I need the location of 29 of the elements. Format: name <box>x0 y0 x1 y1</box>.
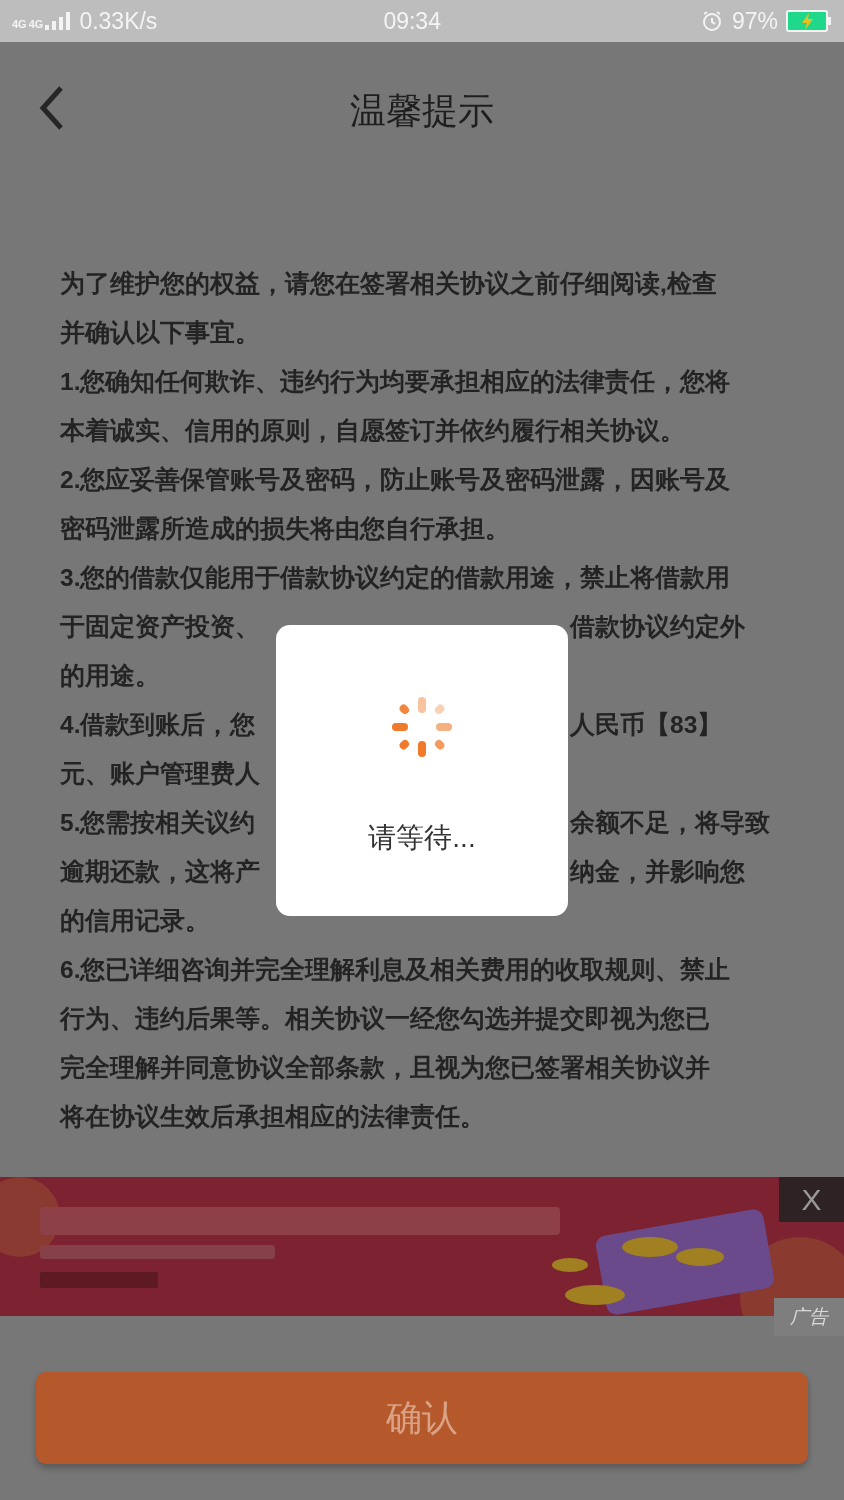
notice-text: 借款协议约定外 <box>570 612 745 643</box>
notice-text: 的信用记录。 <box>60 906 210 937</box>
notice-text: 于固定资产投资、 <box>60 612 260 643</box>
battery-icon <box>786 10 832 32</box>
notice-text: 4.借款到账后，您 <box>60 710 256 741</box>
loading-message: 请等待... <box>368 824 476 852</box>
ad-label: 广告 <box>774 1298 844 1336</box>
notice-text: 5.您需按相关议约 <box>60 808 256 839</box>
page-title: 温馨提示 <box>350 93 494 129</box>
notice-text: 行为、违约后果等。相关协议一经您勾选并提交即视为您已 <box>60 1004 710 1035</box>
notice-text: 本着诚实、信用的原则，自愿签订并依约履行相关协议。 <box>60 416 685 447</box>
loading-spinner-icon <box>391 696 453 758</box>
notice-text: 的用途。 <box>60 661 160 692</box>
signal-icon <box>45 12 72 30</box>
notice-text: 1.您确知任何欺诈、违约行为均要承担相应的法律责任，您将 <box>60 367 731 398</box>
notice-text: 6.您已详细咨询并完全理解利息及相关费用的收取规则、禁止 <box>60 955 731 986</box>
notice-text: 纳金，并影响您 <box>570 857 745 888</box>
notice-text: 并确认以下事宜。 <box>60 318 260 349</box>
notice-text: 3.您的借款仅能用于借款协议约定的借款用途，禁止将借款用 <box>60 563 731 594</box>
notice-text: 元、账户管理费人 <box>60 759 260 790</box>
notice-text: 密码泄露所造成的损失将由您自行承担。 <box>60 514 510 545</box>
notice-text: 逾期还款，这将产 <box>60 857 260 888</box>
close-ad-button[interactable]: X <box>779 1177 844 1222</box>
notice-text: 为了维护您的权益，请您在签署相关协议之前仔细阅读,检查 <box>60 269 717 300</box>
notice-text: 2.您应妥善保管账号及密码，防止账号及密码泄露，因账号及 <box>60 465 731 496</box>
notice-text: 人民币【83】 <box>570 710 723 741</box>
notice-text: 完全理解并同意协议全部条款，且视为您已签署相关协议并 <box>60 1053 710 1084</box>
notice-text: 余额不足，将导致 <box>570 808 770 839</box>
notice-text: 将在协议生效后承担相应的法律责任。 <box>60 1102 485 1133</box>
